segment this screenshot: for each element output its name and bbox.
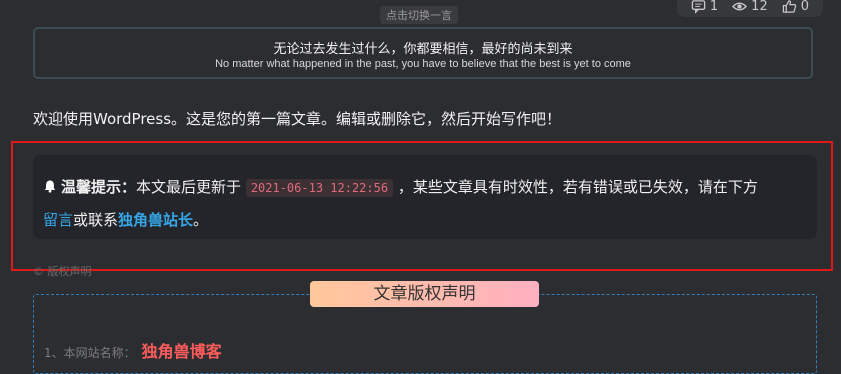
author-link[interactable]: 独角兽站长 [118, 211, 193, 229]
bell-icon [44, 180, 56, 193]
quote-english: No matter what happened in the past, you… [215, 58, 631, 70]
copyright-site-row: 1、本网站名称： 独角兽博客 [44, 338, 222, 362]
last-updated-date: 2021-06-13 12:22:56 [245, 179, 394, 197]
copyright-title: 文章版权声明 [310, 281, 539, 307]
refresh-quote-button[interactable]: 点击切换一言 [380, 6, 458, 24]
thumbs-up-icon [782, 0, 796, 13]
comment-count[interactable]: 1 [691, 0, 718, 14]
notice-or-contact: 或联系 [73, 211, 119, 229]
view-count-value: 12 [751, 0, 768, 14]
quote-chinese: 无论过去发生过什么，你都要相信，最好的尚未到来 [273, 42, 573, 57]
eye-icon [732, 2, 748, 11]
post-stats: 1 12 0 [676, 0, 823, 17]
notice-prefix: 本文最后更新于 [136, 178, 242, 196]
notice-title: 温馨提示： [61, 178, 137, 196]
comment-icon [691, 0, 706, 14]
copyright-label: © 版权声明 [33, 265, 92, 278]
quote-box: 无论过去发生过什么，你都要相信，最好的尚未到来 No matter what h… [33, 27, 813, 79]
site-name-label: 1、本网站名称： [44, 346, 136, 360]
notice-end: 。 [193, 211, 209, 229]
like-count[interactable]: 0 [782, 0, 809, 14]
post-content: 欢迎使用WordPress。这是您的第一篇文章。编辑或删除它，然后开始写作吧！ [33, 110, 562, 128]
comment-link[interactable]: 留言 [43, 211, 73, 229]
site-name-value[interactable]: 独角兽博客 [142, 342, 222, 361]
notice-middle: ，某些文章具有时效性，若有错误或已失效，请在下方 [397, 178, 758, 196]
view-count: 12 [732, 0, 768, 14]
update-notice: 温馨提示：本文最后更新于 2021-06-13 12:22:56 ，某些文章具有… [33, 155, 817, 239]
like-count-value: 0 [800, 0, 809, 14]
comment-count-value: 1 [709, 0, 719, 14]
